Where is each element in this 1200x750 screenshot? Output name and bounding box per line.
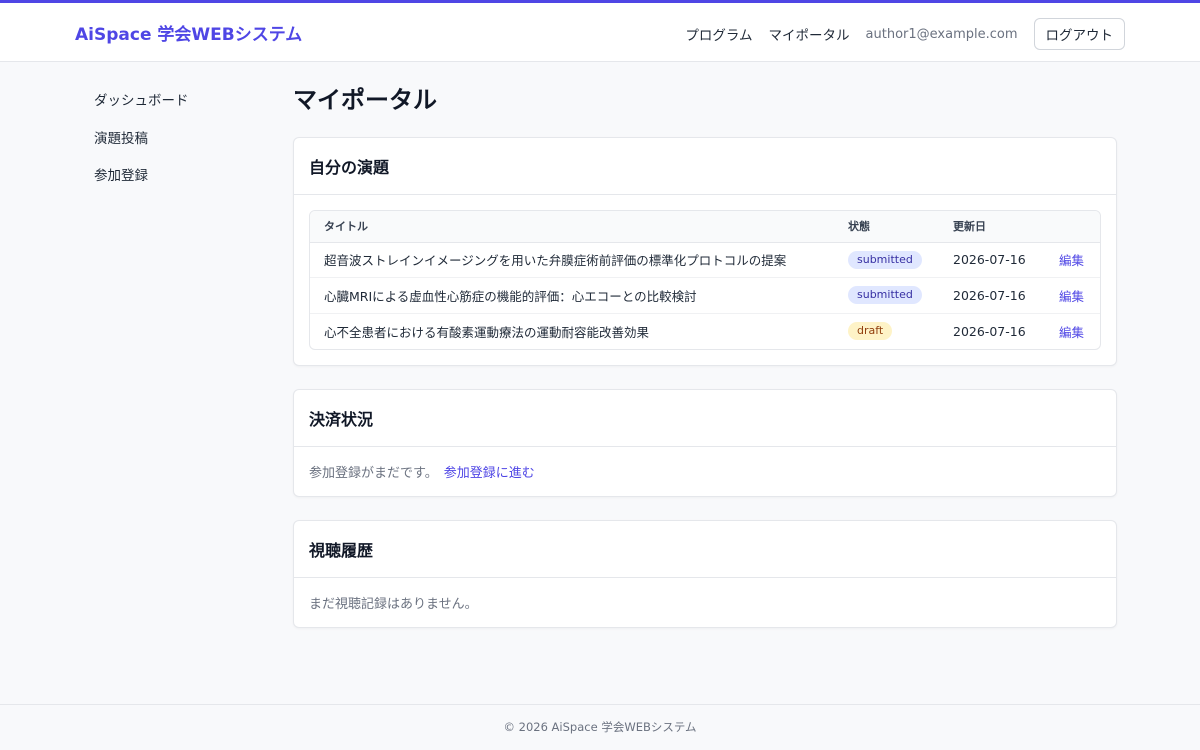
table-header-row: タイトル 状態 更新日 [310, 211, 1100, 243]
updated-date: 2026-07-16 [939, 277, 1045, 314]
sidebar-item-dashboard[interactable]: ダッシュボード [94, 92, 254, 130]
status-cell: submitted [834, 242, 939, 278]
edit-link[interactable]: 編集 [1059, 253, 1084, 268]
table-row: 心臓MRIによる虚血性心筋症の機能的評価：心エコーとの比較検討 submitte… [310, 277, 1100, 314]
status-badge: submitted [848, 286, 922, 305]
nav-my-portal-link[interactable]: マイポータル [769, 24, 850, 44]
column-header-updated: 更新日 [939, 211, 1045, 243]
abstracts-table: タイトル 状態 更新日 超音波ストレインイメージングを用いた弁膜症術前評価の標準… [310, 211, 1100, 349]
column-header-status: 状態 [834, 211, 939, 243]
action-cell: 編集 [1045, 242, 1100, 278]
abstract-title: 心臓MRIによる虚血性心筋症の機能的評価：心エコーとの比較検討 [310, 277, 834, 314]
abstract-title: 超音波ストレインイメージングを用いた弁膜症術前評価の標準化プロトコルの提案 [310, 242, 834, 278]
main-content: マイポータル 自分の演題 タイトル 状態 更新日 超音波ストレインイメージングを… [293, 84, 1117, 628]
abstracts-table-wrapper: タイトル 状態 更新日 超音波ストレインイメージングを用いた弁膜症術前評価の標準… [309, 210, 1101, 350]
column-header-title: タイトル [310, 211, 834, 243]
card-heading: 決済状況 [294, 390, 1116, 447]
nav-program-link[interactable]: プログラム [685, 24, 752, 44]
edit-link[interactable]: 編集 [1059, 289, 1084, 304]
card-body: まだ視聴記録はありません。 [294, 578, 1116, 627]
footer: © 2026 AiSpace 学会WEBシステム [0, 704, 1200, 750]
action-cell: 編集 [1045, 313, 1100, 349]
viewing-history-card: 視聴履歴 まだ視聴記録はありません。 [293, 519, 1117, 628]
edit-link[interactable]: 編集 [1059, 325, 1084, 340]
user-email: author1@example.com [865, 26, 1018, 42]
sidebar: ダッシュボード 演題投稿 参加登録 [94, 92, 254, 205]
card-heading: 自分の演題 [294, 138, 1116, 195]
card-body: 参加登録がまだです。 参加登録に進む [294, 447, 1116, 496]
app-brand-link[interactable]: AiSpace 学会WEBシステム [75, 20, 302, 45]
column-header-action [1045, 211, 1100, 243]
sidebar-item-registration[interactable]: 参加登録 [94, 167, 254, 205]
abstract-title: 心不全患者における有酸素運動療法の運動耐容能改善効果 [324, 324, 650, 340]
page-title: マイポータル [293, 86, 437, 114]
updated-date: 2026-07-16 [939, 242, 1045, 278]
card-heading: 視聴履歴 [294, 521, 1116, 578]
logout-button[interactable]: ログアウト [1033, 18, 1125, 50]
status-cell: submitted [834, 277, 939, 314]
sidebar-item-abstract-submission[interactable]: 演題投稿 [94, 130, 254, 168]
table-row: 超音波ストレインイメージングを用いた弁膜症術前評価の標準化プロトコルの提案 su… [310, 242, 1100, 278]
top-navbar: AiSpace 学会WEBシステム プログラム マイポータル author1@e… [0, 0, 1200, 62]
proceed-registration-link[interactable]: 参加登録に進む [444, 462, 535, 481]
updated-date: 2026-07-16 [953, 323, 1026, 339]
footer-copyright: © 2026 AiSpace 学会WEBシステム [503, 720, 697, 734]
action-cell: 編集 [1045, 277, 1100, 314]
history-empty-message: まだ視聴記録はありません。 [309, 596, 478, 612]
payment-status-card: 決済状況 参加登録がまだです。 参加登録に進む [293, 388, 1117, 497]
payment-message: 参加登録がまだです。 [309, 465, 438, 481]
top-nav: プログラム マイポータル author1@example.com ログアウト [685, 18, 1125, 50]
status-cell: draft [834, 313, 939, 349]
card-body: タイトル 状態 更新日 超音波ストレインイメージングを用いた弁膜症術前評価の標準… [294, 195, 1116, 365]
my-abstracts-card: 自分の演題 タイトル 状態 更新日 超音波ストレインイメージングを用いた弁膜症術… [293, 137, 1117, 366]
status-badge: submitted [848, 250, 922, 269]
status-badge: draft [848, 322, 893, 340]
table-row: 心不全患者における有酸素運動療法の運動耐容能改善効果 draft 2026-07… [310, 313, 1100, 349]
